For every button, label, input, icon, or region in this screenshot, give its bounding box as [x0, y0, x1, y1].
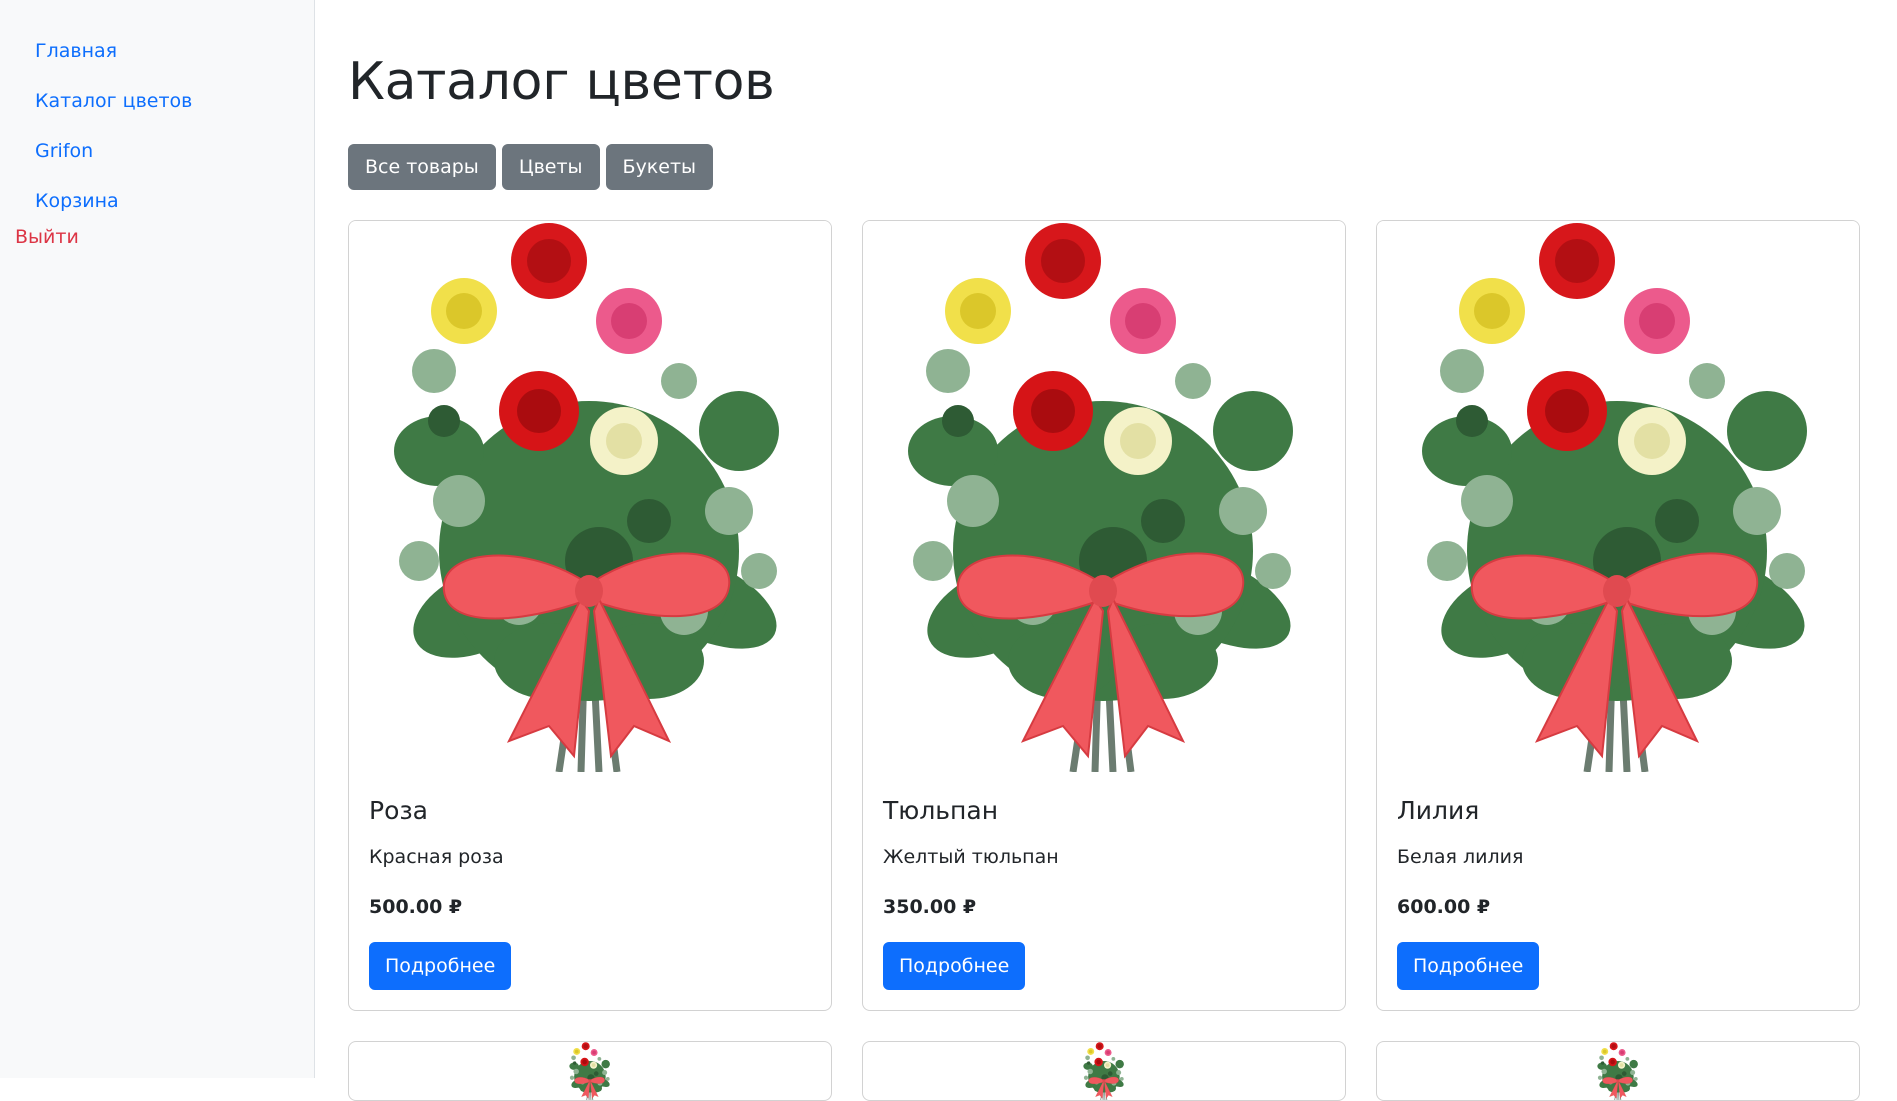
product-price: 600.00 ₽: [1397, 896, 1491, 918]
card-body: Лилия Белая лилия 600.00 ₽ Подробнее: [1377, 772, 1859, 1010]
product-name: Тюльпан: [883, 796, 999, 825]
product-description: Желтый тюльпан: [883, 846, 1059, 868]
flower-bouquet-image: [1377, 1042, 1859, 1100]
flower-bouquet-image: [1377, 221, 1859, 772]
product-description: Красная роза: [369, 846, 504, 868]
flower-bouquet-image: [863, 1042, 1345, 1100]
product-name: Лилия: [1397, 796, 1480, 825]
product-card: [862, 1041, 1346, 1101]
main-content: Каталог цветов Все товары Цветы Букеты Р…: [348, 0, 1897, 1101]
nav-link-home[interactable]: Главная: [0, 26, 314, 76]
sidebar-item-catalog: Каталог цветов: [0, 76, 314, 126]
sidebar-item-home: Главная: [0, 26, 314, 76]
page-title: Каталог цветов: [348, 52, 775, 112]
sidebar: Главная Каталог цветов Grifon Корзина Вы…: [0, 0, 315, 1078]
product-card: [348, 1041, 832, 1101]
product-description: Белая лилия: [1397, 846, 1524, 868]
product-card: Роза Красная роза 500.00 ₽ Подробнее: [348, 220, 832, 1011]
product-card: Лилия Белая лилия 600.00 ₽ Подробнее: [1376, 220, 1860, 1011]
product-card: Тюльпан Желтый тюльпан 350.00 ₽ Подробне…: [862, 220, 1346, 1011]
category-filter-group: Все товары Цветы Букеты: [348, 144, 1897, 190]
details-button[interactable]: Подробнее: [369, 942, 512, 990]
flower-bouquet-image: [349, 221, 831, 772]
product-card: [1376, 1041, 1860, 1101]
nav-link-catalog[interactable]: Каталог цветов: [0, 76, 314, 126]
logout-link[interactable]: Выйти: [0, 220, 314, 254]
product-name: Роза: [369, 796, 428, 825]
card-body: Роза Красная роза 500.00 ₽ Подробнее: [349, 772, 831, 1010]
details-button[interactable]: Подробнее: [883, 942, 1026, 990]
nav-link-cart[interactable]: Корзина: [0, 176, 314, 226]
filter-flowers-button[interactable]: Цветы: [501, 144, 600, 190]
product-grid: Роза Красная роза 500.00 ₽ Подробнее Тюл…: [348, 220, 1897, 1101]
sidebar-item-grifon: Grifon: [0, 126, 314, 176]
product-price: 350.00 ₽: [883, 896, 977, 918]
nav-link-grifon[interactable]: Grifon: [0, 126, 314, 176]
sidebar-item-cart: Корзина: [0, 176, 314, 226]
filter-all-button[interactable]: Все товары: [348, 144, 496, 190]
flower-bouquet-image: [349, 1042, 831, 1100]
filter-bouquets-button[interactable]: Букеты: [605, 144, 714, 190]
details-button[interactable]: Подробнее: [1397, 942, 1540, 990]
sidebar-nav: Главная Каталог цветов Grifon Корзина: [0, 0, 314, 226]
product-price: 500.00 ₽: [369, 896, 463, 918]
flower-bouquet-image: [863, 221, 1345, 772]
card-body: Тюльпан Желтый тюльпан 350.00 ₽ Подробне…: [863, 772, 1345, 1010]
